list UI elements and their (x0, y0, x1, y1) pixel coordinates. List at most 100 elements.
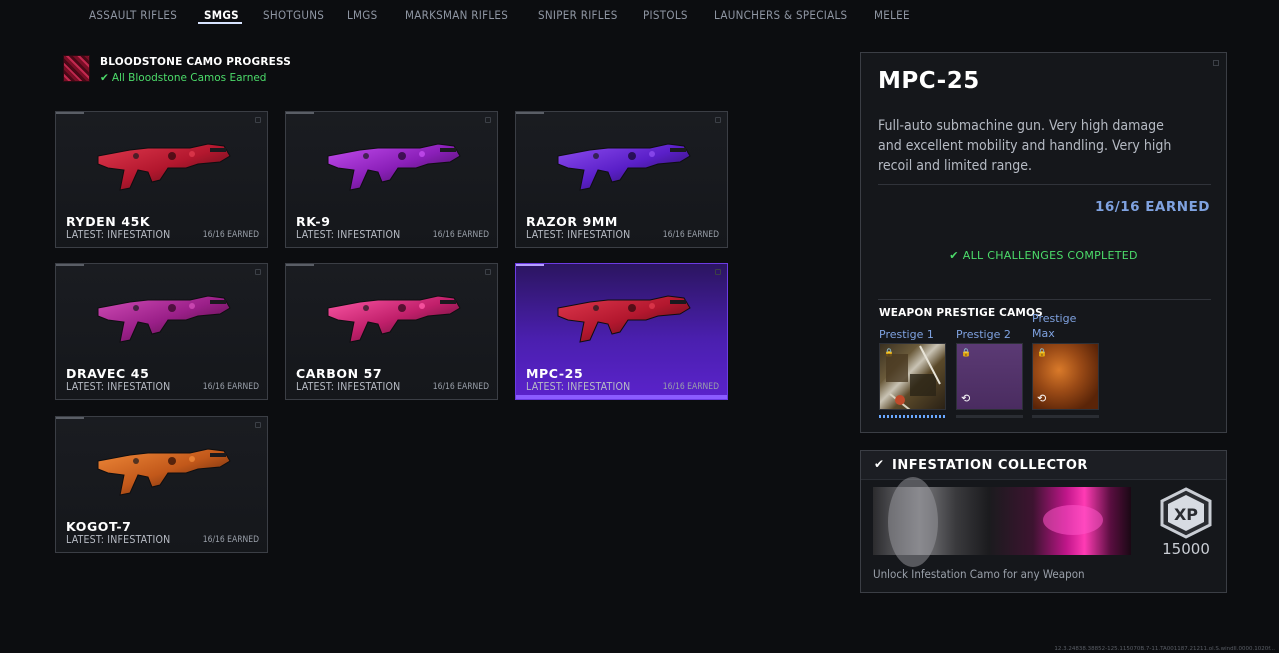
weapon-name: KOGOT-7 (66, 519, 132, 534)
card-top-accent (286, 264, 314, 266)
weapon-name: RAZOR 9MM (526, 214, 618, 229)
challenges-status-text: ALL CHALLENGES COMPLETED (962, 249, 1138, 262)
tab-smgs[interactable]: SMGS (204, 8, 239, 22)
camo-progress-header: BLOODSTONE CAMO PROGRESS ✔ All Bloodstone… (63, 55, 363, 87)
check-icon: ✔ (100, 72, 109, 84)
weapon-latest-camo: LATEST: INFESTATION (66, 381, 171, 393)
prestige-1-label: Prestige 1 (879, 328, 934, 341)
divider (878, 184, 1211, 185)
weapon-card-rk-9[interactable]: RK-9 LATEST: INFESTATION 16/16 EARNED (285, 111, 498, 248)
weapon-name: RK-9 (296, 214, 331, 229)
card-corner (485, 117, 491, 123)
tab-sniper-rifles[interactable]: SNIPER RIFLES (538, 8, 618, 22)
prestige-emblem-icon: ⟲ (961, 392, 971, 405)
weapon-image (97, 448, 231, 496)
check-icon: ✔ (874, 457, 885, 471)
camo-earned-count: 16/16 EARNED (1095, 199, 1210, 215)
card-top-accent (516, 264, 544, 266)
weapon-card-ryden-45k[interactable]: RYDEN 45K LATEST: INFESTATION 16/16 EARN… (55, 111, 268, 248)
weapon-earned-count: 16/16 EARNED (202, 382, 259, 392)
lock-icon: 🔒 (1037, 348, 1047, 357)
panel-corner (1213, 60, 1219, 66)
card-corner (255, 269, 261, 275)
collector-description: Unlock Infestation Camo for any Weapon (873, 567, 1085, 581)
weapon-latest-camo: LATEST: INFESTATION (296, 381, 401, 393)
weapon-latest-camo: LATEST: INFESTATION (526, 381, 631, 393)
weapon-title: MPC-25 (878, 68, 980, 94)
card-corner (255, 117, 261, 123)
camo-pattern (886, 345, 941, 409)
tab-assault-rifles[interactable]: ASSAULT RIFLES (89, 8, 177, 22)
weapon-card-dravec-45[interactable]: DRAVEC 45 LATEST: INFESTATION 16/16 EARN… (55, 263, 268, 400)
camo-swatch-icon (63, 55, 90, 82)
weapon-category-tabs: ASSAULT RIFLES SMGS SHOTGUNS LMGS MARKSM… (0, 0, 1279, 30)
weapon-earned-count: 16/16 EARNED (432, 230, 489, 240)
weapon-name: CARBON 57 (296, 366, 383, 381)
xp-badge-icon: XP (1160, 487, 1212, 539)
tab-launchers-specials[interactable]: LAUNCHERS & SPECIALS (714, 8, 847, 22)
weapon-latest-camo: LATEST: INFESTATION (526, 229, 631, 241)
creature-claw (888, 477, 938, 567)
camo-progress-status: ✔ All Bloodstone Camos Earned (100, 72, 266, 84)
prestige-max-progress (1032, 415, 1099, 418)
tab-melee[interactable]: MELEE (874, 8, 910, 22)
collector-challenge-panel[interactable]: ✔ INFESTATION COLLECTOR XP 15000 Unlock … (860, 450, 1227, 593)
divider (878, 299, 1211, 300)
weapon-image (97, 295, 231, 343)
tab-lmgs[interactable]: LMGS (347, 8, 377, 22)
card-top-accent (56, 417, 84, 419)
weapon-name: DRAVEC 45 (66, 366, 150, 381)
weapon-latest-camo: LATEST: INFESTATION (66, 534, 171, 546)
weapon-description: Full-auto submachine gun. Very high dama… (878, 118, 1172, 174)
prestige-max-label: Prestige Max (1032, 312, 1077, 340)
tab-marksman-rifles[interactable]: MARKSMAN RIFLES (405, 8, 508, 22)
weapon-image (327, 295, 461, 343)
tab-shotguns[interactable]: SHOTGUNS (263, 8, 324, 22)
prestige-2-camo[interactable]: 🔒 ⟲ (956, 343, 1023, 410)
weapon-name: RYDEN 45K (66, 214, 151, 229)
weapon-image (557, 143, 691, 191)
weapon-earned-count: 16/16 EARNED (662, 230, 719, 240)
weapon-name: MPC-25 (526, 366, 584, 381)
weapon-image (327, 143, 461, 191)
active-tab-indicator (198, 22, 242, 24)
camo-highlight (1043, 505, 1103, 535)
weapon-image (557, 295, 691, 343)
svg-text:XP: XP (1174, 505, 1198, 524)
weapon-card-carbon-57[interactable]: CARBON 57 LATEST: INFESTATION 16/16 EARN… (285, 263, 498, 400)
prestige-max-camo[interactable]: 🔒 ⟲ (1032, 343, 1099, 410)
tab-pistols[interactable]: PISTOLS (643, 8, 688, 22)
infestation-camo-preview (873, 477, 1131, 567)
prestige-2-label: Prestige 2 (956, 328, 1011, 341)
card-top-accent (516, 112, 544, 114)
build-info: 12.3.24838.38852-125.115070B.7-11.TA0011… (1054, 646, 1275, 652)
collector-title: INFESTATION COLLECTOR (892, 458, 1088, 473)
weapon-earned-count: 16/16 EARNED (202, 230, 259, 240)
card-corner (715, 269, 721, 275)
prestige-2-progress (956, 415, 1023, 418)
card-top-accent (56, 112, 84, 114)
weapon-earned-count: 16/16 EARNED (202, 535, 259, 545)
selected-indicator (516, 395, 727, 399)
camo-progress-status-text: All Bloodstone Camos Earned (111, 72, 267, 84)
weapon-card-kogot-7[interactable]: KOGOT-7 LATEST: INFESTATION 16/16 EARNED (55, 416, 268, 553)
collector-header: ✔ INFESTATION COLLECTOR (861, 451, 1226, 480)
card-top-accent (56, 264, 84, 266)
weapon-latest-camo: LATEST: INFESTATION (66, 229, 171, 241)
weapon-card-razor-9mm[interactable]: RAZOR 9MM LATEST: INFESTATION 16/16 EARN… (515, 111, 728, 248)
weapon-image (97, 143, 231, 191)
prestige-1-camo[interactable]: 🔒 (879, 343, 946, 410)
weapon-earned-count: 16/16 EARNED (662, 382, 719, 392)
weapon-detail-panel: MPC-25 Full-auto submachine gun. Very hi… (860, 52, 1227, 433)
weapon-earned-count: 16/16 EARNED (432, 382, 489, 392)
weapon-latest-camo: LATEST: INFESTATION (296, 229, 401, 241)
card-corner (715, 117, 721, 123)
card-top-accent (286, 112, 314, 114)
weapon-card-mpc-25[interactable]: MPC-25 LATEST: INFESTATION 16/16 EARNED (515, 263, 728, 400)
camo-progress-title: BLOODSTONE CAMO PROGRESS (100, 56, 292, 68)
check-icon: ✔ (949, 249, 959, 262)
card-corner (485, 269, 491, 275)
challenges-status: ✔ ALL CHALLENGES COMPLETED (861, 249, 1226, 262)
xp-reward-value: 15000 (1162, 540, 1210, 558)
prestige-1-progress (879, 415, 946, 418)
